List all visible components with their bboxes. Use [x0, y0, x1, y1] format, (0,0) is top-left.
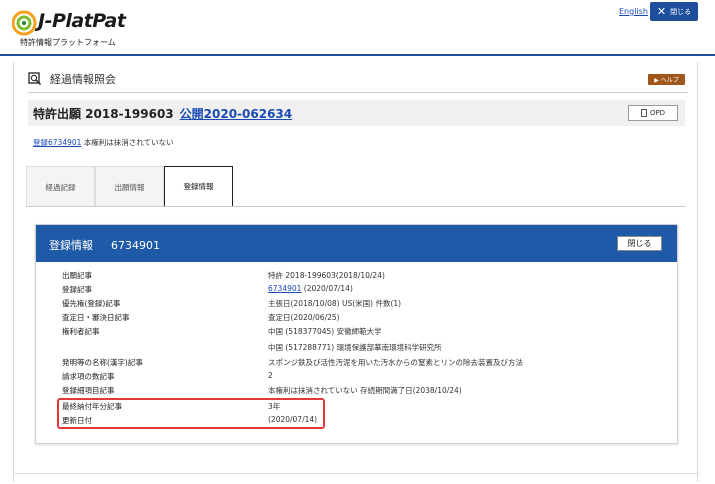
publication-link[interactable]: 公開2020-062634 [180, 107, 292, 121]
detail-value: 本権利は抹消されていない 存続期間満了日(2038/10/24) [268, 386, 462, 395]
tab-application-info[interactable]: 出願情報 [95, 166, 164, 207]
page-title-row: 経過情報照会 [28, 70, 688, 90]
detail-row: 請求項の数記事 2 [62, 371, 662, 384]
opd-label: OPD [649, 109, 666, 117]
panel-close-button[interactable]: 閉じる [617, 236, 662, 251]
detail-row: 登録記事 6734901 (2020/07/14) [62, 284, 662, 297]
registration-link[interactable]: 登録6734901 [33, 138, 81, 147]
site-header: J-PlatPat 特許情報プラットフォーム English ✕ 閉じる [0, 0, 715, 55]
registration-panel-title: 登録情報 6734901 [49, 237, 160, 253]
close-window-label: 閉じる [670, 7, 692, 16]
tab-divider [26, 206, 686, 207]
panel-title-label: 登録情報 [49, 239, 93, 252]
jplatpat-logo[interactable]: J-PlatPat 特許情報プラットフォーム [12, 8, 142, 50]
opd-button[interactable]: OPD [628, 105, 678, 121]
logo-subtitle: 特許情報プラットフォーム [20, 38, 116, 47]
detail-key: 登録細項目記事 [62, 386, 115, 395]
detail-key: 優先権(登録)記事 [62, 299, 121, 308]
detail-value: 2 [268, 371, 273, 380]
close-icon: ✕ [656, 5, 667, 18]
registration-date: (2020/07/14) [301, 284, 353, 293]
detail-key: 登録記事 [62, 285, 92, 294]
case-header-bar: 特許出願 2018-199603 公開2020-062634 OPD [28, 100, 685, 126]
tab-registration-info[interactable]: 登録情報 [164, 166, 233, 207]
logo-text: J-PlatPat [38, 10, 126, 32]
detail-value: 中国 (517288771) 環境保護部華南環境科学研究所 [268, 343, 442, 352]
registration-status-text: 本権利は抹消されていない [83, 138, 174, 147]
detail-value: 6734901 (2020/07/14) [268, 284, 353, 293]
detail-row: 登録細項目記事 本権利は抹消されていない 存続期間満了日(2038/10/24) [62, 385, 662, 398]
close-window-button[interactable]: ✕ 閉じる [650, 2, 698, 21]
detail-row: 権利者記事 中国 (518377045) 安徽師範大学 [62, 326, 662, 339]
logo-mark-icon [12, 10, 37, 36]
detail-value: 主張日(2018/10/08) US(米国) 件数(1) [268, 299, 402, 308]
detail-key: 出願記事 [62, 271, 92, 280]
registration-number-link[interactable]: 6734901 [268, 284, 301, 293]
english-link[interactable]: English [619, 7, 648, 16]
detail-row: 査定日・審決日記事 査定日(2020/06/25) [62, 312, 662, 325]
application-number: 特許出願 2018-199603 [33, 107, 174, 121]
detail-row: 優先権(登録)記事 主張日(2018/10/08) US(米国) 件数(1) [62, 298, 662, 311]
panel-registration-number: 6734901 [111, 239, 160, 252]
detail-value: 査定日(2020/06/25) [268, 313, 340, 322]
tab-bar: 経過記録 出願情報 登録情報 [26, 166, 686, 207]
detail-value: スポンジ鉄及び活性汚泥を用いた汚水からの窒素とリンの除去装置及び方法 [268, 358, 523, 367]
detail-key: 請求項の数記事 [62, 372, 115, 381]
document-icon [640, 109, 647, 117]
detail-key: 査定日・審決日記事 [62, 313, 130, 322]
detail-key: 権利者記事 [62, 327, 100, 336]
header-divider [0, 54, 715, 56]
detail-row: 出願記事 特許 2018-199603(2018/10/24) [62, 270, 662, 283]
detail-value: 中国 (518377045) 安徽師範大学 [268, 327, 382, 336]
title-divider [28, 92, 688, 93]
case-title: 特許出願 2018-199603 公開2020-062634 [33, 105, 292, 122]
bottom-divider [13, 473, 699, 474]
page-title: 経過情報照会 [50, 73, 116, 86]
detail-value: 特許 2018-199603(2018/10/24) [268, 271, 385, 280]
help-button[interactable]: ▶ ヘルプ [648, 74, 685, 85]
registration-panel-header: 登録情報 6734901 閉じる [36, 225, 677, 262]
detail-row: 発明等の名称(漢字)記事 スポンジ鉄及び活性汚泥を用いた汚水からの窒素とリンの除… [62, 357, 662, 370]
detail-key: 発明等の名称(漢字)記事 [62, 358, 143, 367]
detail-row: 中国 (517288771) 環境保護部華南環境科学研究所 [62, 342, 662, 355]
tab-progress-record[interactable]: 経過記録 [26, 166, 95, 207]
registration-status: 登録6734901 本権利は抹消されていない [33, 137, 174, 148]
highlight-box [57, 398, 325, 429]
magnifier-icon [28, 72, 42, 86]
